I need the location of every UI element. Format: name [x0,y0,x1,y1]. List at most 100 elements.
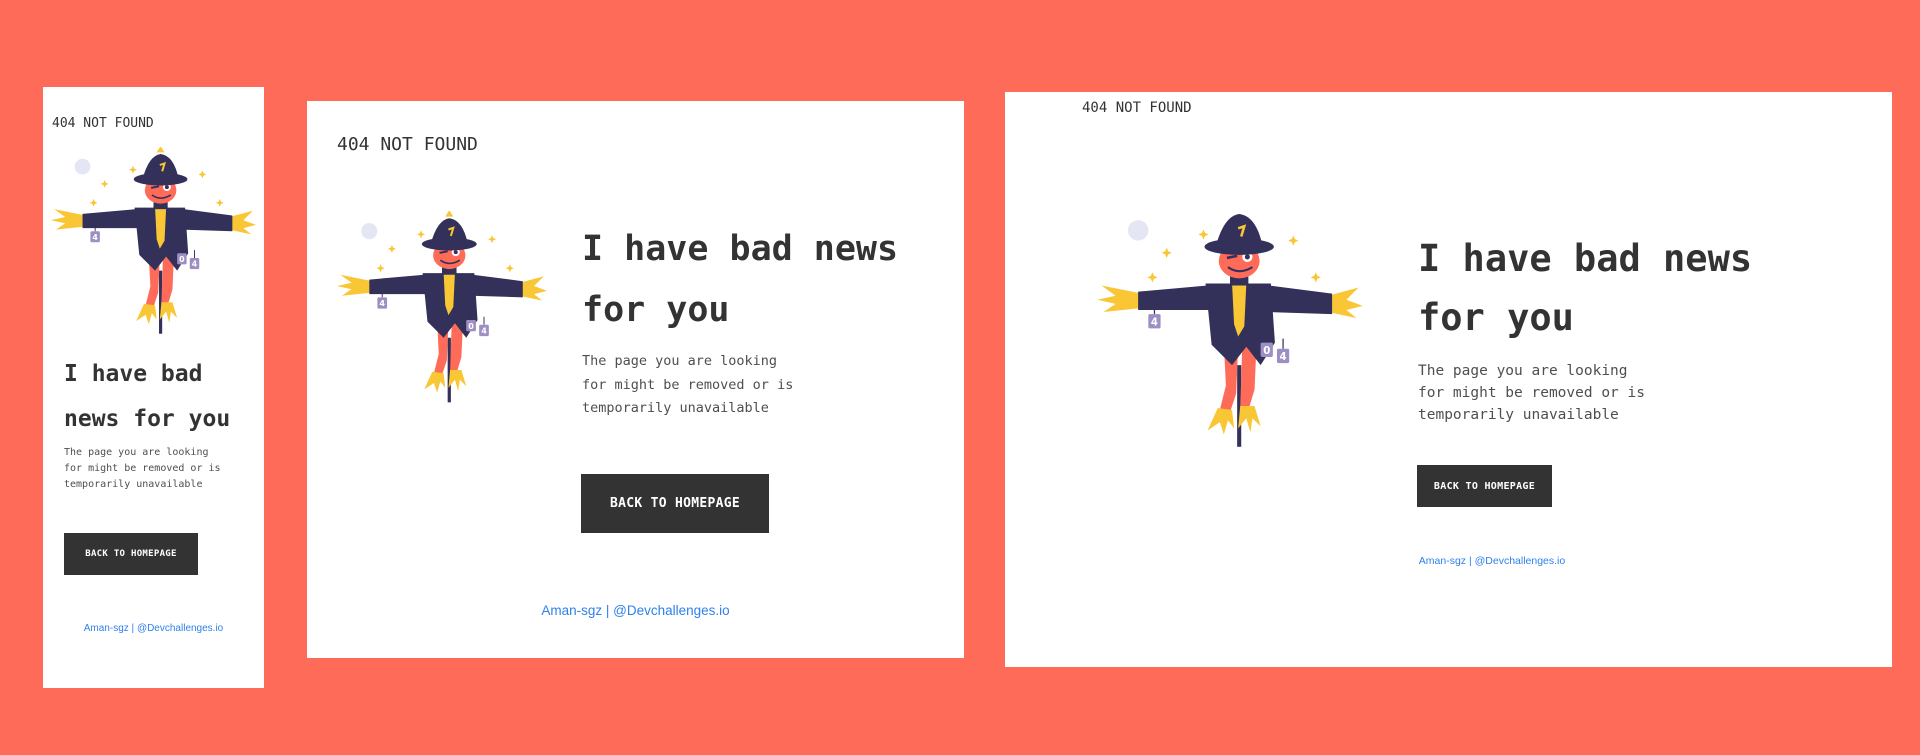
left-straw-hand [51,209,86,230]
left-arm [1138,285,1210,310]
error-description-line-1: The page you are looking [64,447,209,458]
hat-crown [1215,214,1263,247]
sign-letter: 4 [92,233,98,242]
logo-text[interactable]: 404 NOT FOUND [1082,100,1192,116]
devchallenges-link[interactable]: @Devchallenges.io [1475,555,1566,567]
hat-crown [142,153,179,180]
error-description-line-2: for might be removed or is [1418,385,1645,401]
back-to-homepage-button[interactable]: BACK TO HOMEPAGE [581,474,769,533]
sign-letter: 4 [1280,352,1287,363]
author-link[interactable]: Aman-sgz [541,603,602,618]
error-description-line-1: The page you are looking [1418,363,1628,379]
error-description: The page you are looking for might be re… [1418,360,1678,426]
decor-circle [74,158,91,175]
sign-letter: 0 [179,255,185,264]
left-arm [369,274,426,295]
sparkle-icon [1147,272,1158,283]
tablet-preview-card: 404 NOT FOUND 404 I have bad news for yo… [307,101,964,658]
page-title-line-2: news for you [64,406,231,432]
page-title-line-2: for you [1418,296,1574,339]
left-straw-foot [424,371,446,393]
eye-pupil [1244,254,1250,260]
sparkle-icon [1310,272,1321,283]
left-straw-hand [1097,285,1143,313]
left-straw-foot [1207,408,1235,435]
footer-separator: | [605,603,610,618]
sparkle-icon [1198,229,1209,240]
decor-circle [1127,220,1149,241]
sparkle-icon [488,235,497,244]
footer-credits: Aman-sgz | @Devchallenges.io [43,623,264,634]
logo-text[interactable]: 404 NOT FOUND [337,134,478,155]
right-straw-hand [519,276,547,301]
mobile-preview-card: 404 NOT FOUND 404 I have bad news for yo… [43,87,264,688]
scarecrow-illustration: 404 [337,210,547,416]
error-description: The page you are looking for might be re… [64,445,224,493]
error-description-line-2: for might be removed or is [582,376,794,393]
right-straw-foot [1238,405,1261,433]
error-description-line-2: for might be removed or is [64,463,221,474]
footer-credits: Aman-sgz | @Devchallenges.io [1005,555,1892,567]
footer-separator: | [1468,555,1472,567]
scarecrow-icon: 404 [337,210,547,403]
sparkle-icon [1161,247,1172,258]
error-description: The page you are looking for might be re… [582,350,802,421]
sparkle-icon [1288,235,1299,246]
left-arm [82,209,138,229]
decor-circle [361,223,378,240]
sparkle-icon [89,198,98,207]
hat-straw [156,146,165,153]
page-title: I have bad news for you [1418,229,1838,347]
desktop-preview-card: 404 NOT FOUND 404 I have bad news for yo… [1005,92,1892,667]
devchallenges-link[interactable]: @Devchallenges.io [137,623,223,634]
right-straw-hand [229,210,256,235]
logo-text[interactable]: 404 NOT FOUND [52,116,154,131]
right-arm [471,274,523,298]
sparkle-icon [198,170,207,179]
back-to-homepage-button[interactable]: BACK TO HOMEPAGE [1417,465,1552,507]
left-straw-hand [337,274,373,296]
back-to-homepage-button[interactable]: BACK TO HOMEPAGE [64,533,198,575]
left-straw-foot [136,303,157,325]
page-title-line-2: for you [582,290,730,330]
eye-pupil [453,250,458,255]
scarecrow-illustration: 404 [51,146,256,347]
scarecrow-illustration: 404 [1080,203,1380,457]
error-description-line-3: temporarily unavailable [64,479,203,490]
sign-letter: 4 [379,299,385,308]
sign-letter: 0 [468,322,474,331]
error-description-line-1: The page you are looking [582,353,778,369]
right-arm [1266,285,1333,315]
footer-separator: | [131,623,135,634]
devchallenges-link[interactable]: @Devchallenges.io [613,603,730,618]
sparkle-icon [100,179,109,188]
hat-straw [445,210,454,217]
sign-letter: 4 [1151,317,1158,328]
right-straw-foot [159,302,178,323]
page-title: I have bad news for you [582,219,922,341]
sparkle-icon [387,244,396,253]
author-link[interactable]: Aman-sgz [84,623,129,634]
right-straw-foot [448,370,467,392]
footer-credits: Aman-sgz | @Devchallenges.io [307,603,964,618]
sparkle-icon [505,264,514,273]
author-link[interactable]: Aman-sgz [1419,555,1466,567]
right-straw-hand [1328,287,1363,319]
sparkle-icon [416,230,426,239]
error-description-line-3: temporarily unavailable [582,400,769,416]
scarecrow-icon: 404 [1097,203,1363,447]
page-title-line-1: I have bad news [582,229,899,269]
sparkle-icon [215,198,224,207]
eye-pupil [164,185,169,190]
error-description-line-3: temporarily unavailable [1418,407,1619,423]
sign-letter: 4 [192,260,198,269]
hat-crown [430,218,468,245]
page-title-line-1: I have bad [64,361,203,387]
page-title-line-1: I have bad news [1418,237,1753,280]
right-arm [181,209,233,232]
sparkle-icon [129,165,137,174]
sparkle-icon [376,264,385,273]
scarecrow-icon: 404 [51,146,256,334]
sign-letter: 0 [1263,346,1270,357]
sign-letter: 4 [481,327,487,336]
